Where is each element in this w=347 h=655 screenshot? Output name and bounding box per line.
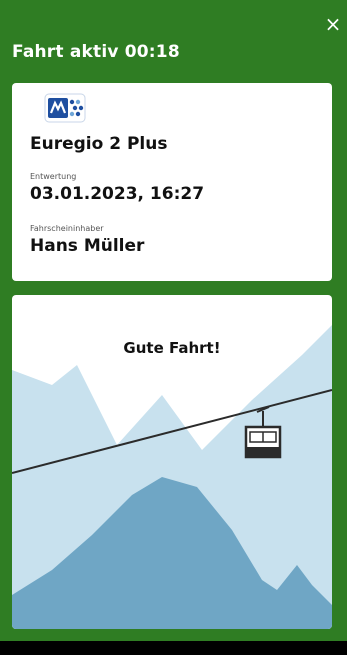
ticket-product-name: Euregio 2 Plus bbox=[30, 134, 168, 154]
ride-status-title: Fahrt aktiv 00:18 bbox=[12, 42, 180, 62]
ticket-screen: × Fahrt aktiv 00:18 Euregio 2 Plus Entwe… bbox=[0, 0, 347, 641]
holder-label: Fahrscheininhaber bbox=[30, 224, 104, 233]
bottom-bar bbox=[0, 641, 347, 655]
scene-illustration: Gute Fahrt! bbox=[12, 295, 332, 629]
holder-value: Hans Müller bbox=[30, 236, 145, 256]
validation-label: Entwertung bbox=[30, 172, 77, 181]
greeting-text: Gute Fahrt! bbox=[123, 339, 221, 357]
validation-value: 03.01.2023, 16:27 bbox=[30, 184, 205, 204]
ticket-card: Euregio 2 Plus Entwertung 03.01.2023, 16… bbox=[12, 83, 332, 281]
euregio-logo-icon bbox=[44, 93, 86, 127]
close-icon[interactable]: × bbox=[323, 14, 343, 34]
